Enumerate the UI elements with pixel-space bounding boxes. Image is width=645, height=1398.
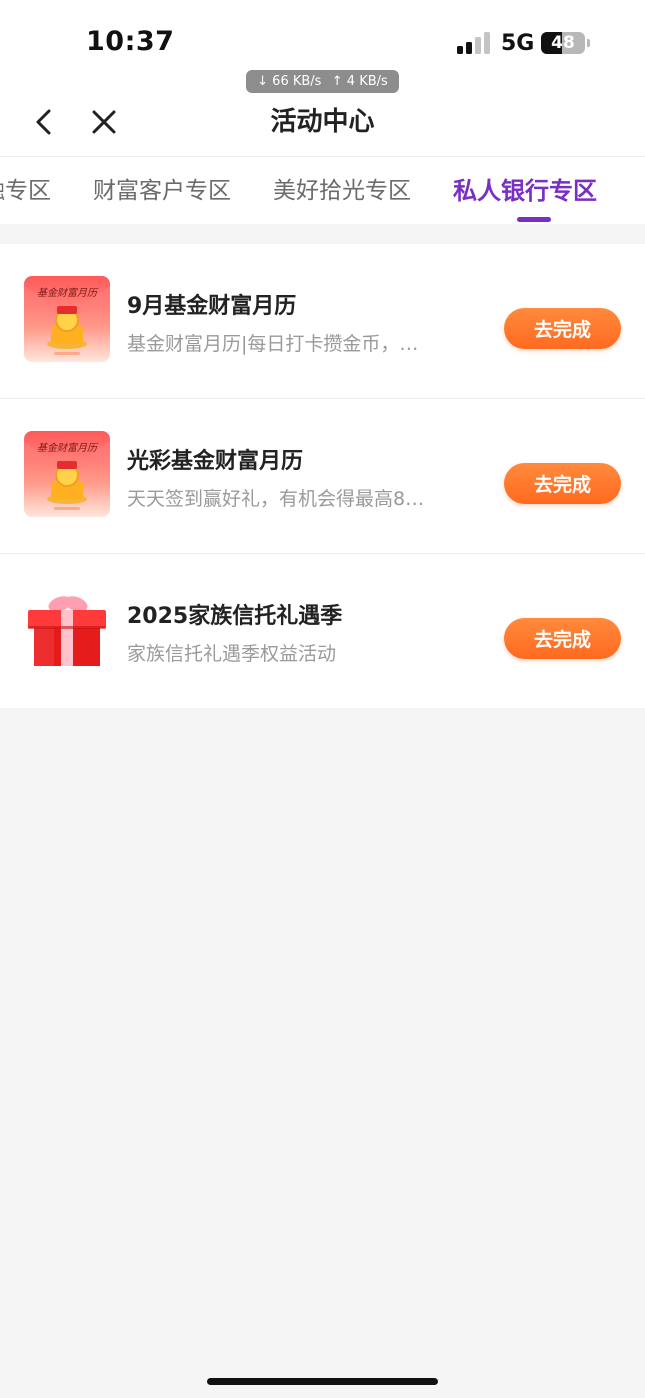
activity-title: 光彩基金财富月历 [127,449,304,474]
thumb-caption: 基金财富月历 [37,287,99,299]
gift-coin-icon: 基金财富月历 [24,276,110,362]
activity-list: 基金财富月历 9月基金财富月历 基金财富月历|每日打卡攒金币，… 去完成 基金财… [0,244,645,708]
activity-item[interactable]: 基金财富月历 光彩基金财富月历 天天签到赢好礼，有机会得最高8… 去完成 [0,399,645,554]
complete-button[interactable]: 去完成 [504,618,621,659]
battery-icon: 48 [541,32,585,54]
page-title: 活动中心 [270,107,375,137]
complete-button[interactable]: 去完成 [504,308,621,349]
battery-level: 48 [551,33,575,53]
activity-item[interactable]: 基金财富月历 9月基金财富月历 基金财富月历|每日打卡攒金币，… 去完成 [0,244,645,399]
activity-subtitle: 天天签到赢好礼，有机会得最高8… [127,488,425,510]
thumb-caption: 基金财富月历 [37,442,99,454]
activity-subtitle: 家族信托礼遇季权益活动 [127,643,337,665]
tab-private-banking[interactable]: 私人银行专区 [453,176,597,206]
status-time: 10:37 [86,26,175,57]
signal-icon [457,32,491,54]
tab-good-times[interactable]: 美好拾光专区 [273,176,411,206]
activity-title: 9月基金财富月历 [127,294,297,319]
activity-subtitle: 基金财富月历|每日打卡攒金币，… [127,333,419,355]
activity-item[interactable]: 2025家族信托礼遇季 家族信托礼遇季权益活动 去完成 [0,554,645,708]
active-tab-indicator [517,217,551,222]
activity-title: 2025家族信托礼遇季 [127,604,343,629]
tab-wealth-clients[interactable]: 财富客户专区 [93,176,231,206]
network-speed-badge: ↓ 66 KB/s ↑ 4 KB/s [246,70,399,93]
category-tabs: 融专区 财富客户专区 美好拾光专区 私人银行专区 [0,157,645,224]
gift-box-icon [24,586,110,672]
tab-finance[interactable]: 融专区 [0,176,51,206]
upload-speed: ↑ 4 KB/s [331,74,388,89]
download-speed: ↓ 66 KB/s [257,74,322,89]
complete-button[interactable]: 去完成 [504,463,621,504]
home-indicator[interactable] [207,1378,438,1385]
network-type: 5G [501,31,535,56]
battery-tip [587,39,590,47]
gift-coin-icon: 基金财富月历 [24,431,110,517]
